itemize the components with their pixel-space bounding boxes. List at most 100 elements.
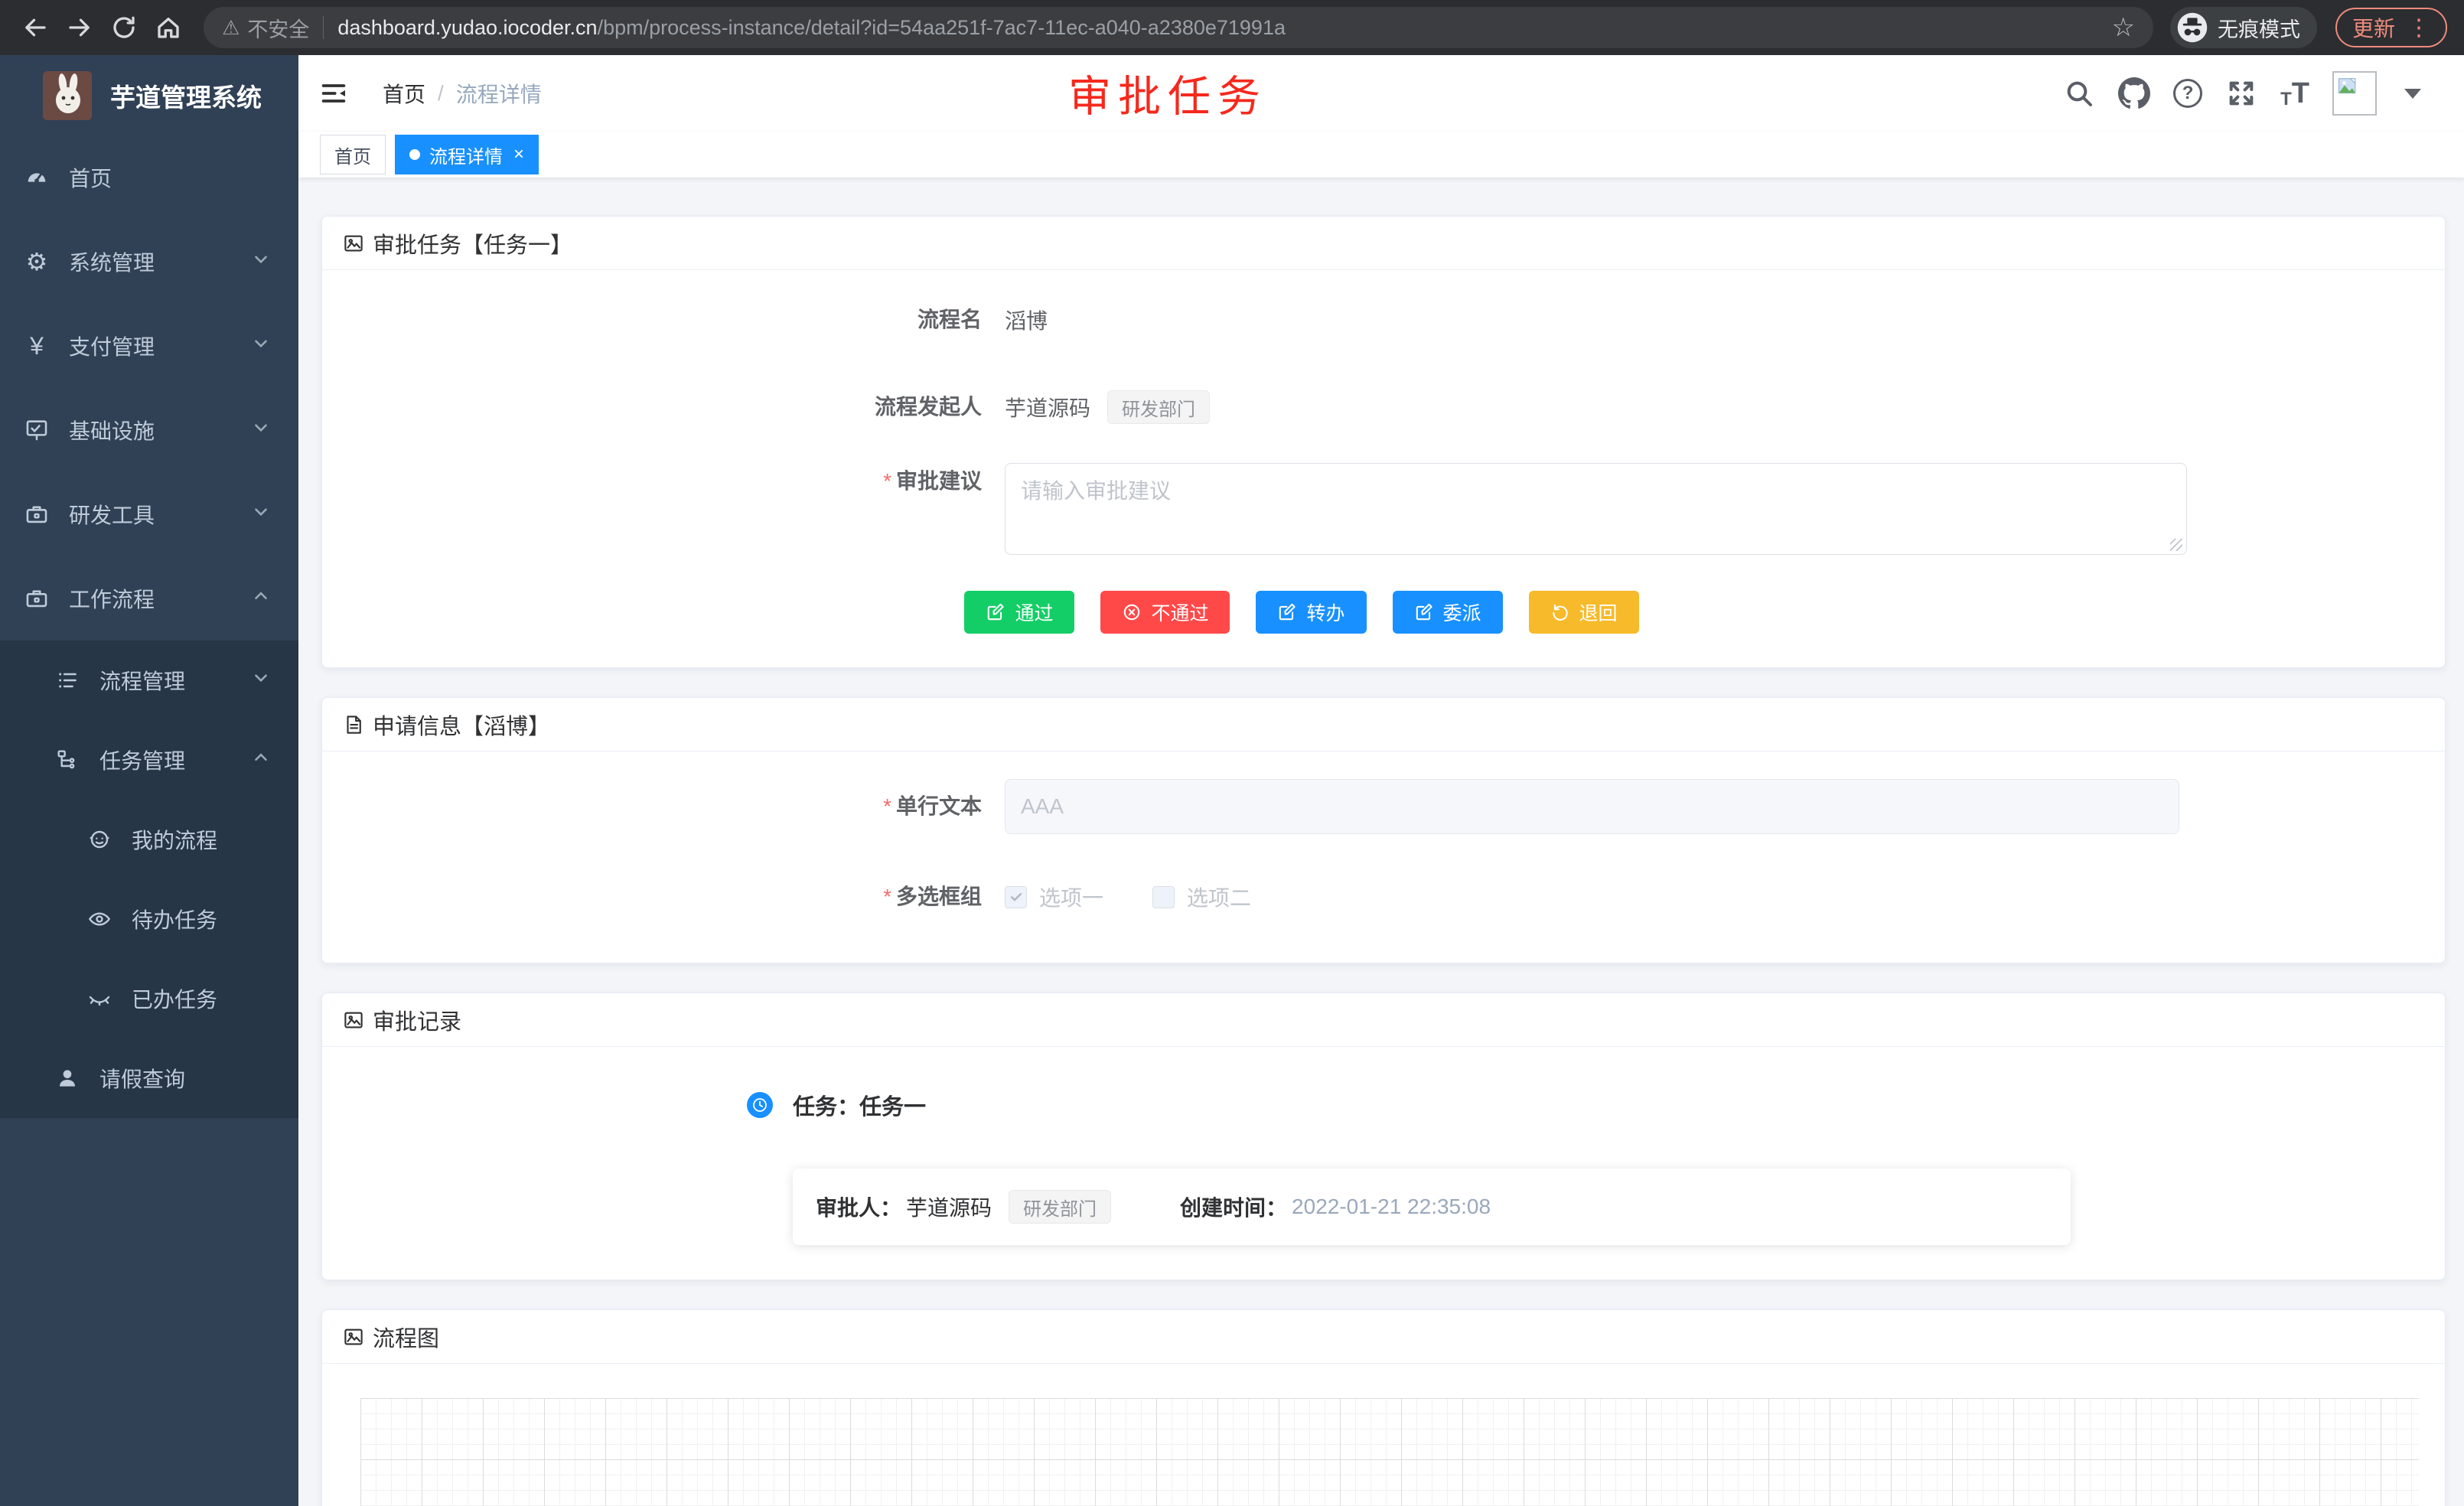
update-label: 更新 xyxy=(2352,12,2395,43)
chevron-down-icon xyxy=(251,502,271,527)
chevron-down-icon xyxy=(251,668,271,693)
approve-button[interactable]: 通过 xyxy=(964,591,1074,634)
github-icon[interactable] xyxy=(2118,77,2150,109)
transfer-button[interactable]: 转办 xyxy=(1256,591,1366,634)
breadcrumb-separator: / xyxy=(438,81,444,106)
sidebar-item-label: 系统管理 xyxy=(69,246,155,277)
home-icon xyxy=(155,14,182,41)
bpmn-diagram-canvas[interactable] xyxy=(360,1398,2419,1506)
record-detail-card: 审批人： 芋道源码 研发部门 创建时间： 2022-01-21 22:35:08 xyxy=(793,1169,2071,1245)
monitor-icon xyxy=(21,417,52,443)
card-title: 申请信息【滔博】 xyxy=(373,709,550,741)
sidebar-item-task-mgmt[interactable]: 任务管理 xyxy=(0,720,298,800)
checkbox-option-2[interactable]: 选项二 xyxy=(1152,882,1251,912)
sidebar-item-label: 请假查询 xyxy=(99,1063,185,1094)
suggestion-textarea[interactable] xyxy=(1005,463,2187,555)
reject-button[interactable]: 不通过 xyxy=(1100,591,1230,634)
timeline-item: 任务：任务一 xyxy=(322,1091,2445,1119)
initiator-row: 流程发起人 芋道源码 研发部门 xyxy=(322,390,2281,424)
browser-back-button[interactable] xyxy=(17,9,54,46)
edit-icon xyxy=(1277,602,1297,622)
fullscreen-icon[interactable] xyxy=(2225,77,2257,109)
help-icon[interactable]: ? xyxy=(2173,79,2202,108)
checkbox-group-label: *多选框组 xyxy=(322,883,996,911)
sidebar: 芋道管理系统 首页 ⚙ 系统管理 ¥ 支付管理 基础设施 xyxy=(0,55,298,1506)
sidebar-menu: 首页 ⚙ 系统管理 ¥ 支付管理 基础设施 研发工具 xyxy=(0,135,298,1118)
sidebar-item-process-mgmt[interactable]: 流程管理 xyxy=(0,641,298,720)
diagram-card-header: 流程图 xyxy=(322,1310,2445,1364)
sidebar-item-label: 研发工具 xyxy=(69,499,155,530)
delegate-button[interactable]: 委派 xyxy=(1393,591,1503,634)
browser-reload-button[interactable] xyxy=(106,9,142,46)
single-line-input[interactable] xyxy=(1005,779,2179,834)
search-icon[interactable] xyxy=(2063,77,2095,109)
eye-open-icon xyxy=(84,907,115,931)
browser-chrome: ⚠ 不安全 dashboard.yudao.iocoder.cn/bpm/pro… xyxy=(0,0,2464,55)
workflow-submenu: 流程管理 任务管理 我的流程 待办任务 xyxy=(0,641,298,1118)
picture-icon xyxy=(342,1009,365,1032)
textarea-resize-grip[interactable] xyxy=(2170,539,2182,551)
approval-task-card: 审批任务【任务一】 流程名 滔博 流程发起人 芋道源码 研发部门 *审批建议 xyxy=(321,216,2446,668)
sidebar-item-infra[interactable]: 基础设施 xyxy=(0,388,298,472)
browser-home-button[interactable] xyxy=(150,9,187,46)
sidebar-item-done-tasks[interactable]: 已办任务 xyxy=(0,959,298,1038)
tab-home[interactable]: 首页 xyxy=(320,135,386,174)
page-content: 审批任务【任务一】 流程名 滔博 流程发起人 芋道源码 研发部门 *审批建议 xyxy=(298,178,2464,1506)
sidebar-item-label: 支付管理 xyxy=(69,331,155,361)
card-title: 流程图 xyxy=(373,1321,439,1353)
sidebar-fold-icon[interactable] xyxy=(318,78,349,109)
tab-close-icon[interactable]: × xyxy=(513,144,524,165)
checkbox-option-1[interactable]: 选项一 xyxy=(1005,882,1103,912)
checkbox-checked-icon xyxy=(1005,886,1027,908)
timeline-clock-icon xyxy=(747,1092,773,1118)
approver-value: 芋道源码 xyxy=(906,1191,992,1222)
yen-icon: ¥ xyxy=(21,332,52,360)
checkbox-group: 选项一 选项二 xyxy=(996,880,1251,914)
tree-icon xyxy=(52,748,83,772)
main-area: 首页 / 流程详情 审批任务 ? TT xyxy=(298,55,2464,1506)
breadcrumb-home[interactable]: 首页 xyxy=(383,78,425,109)
timeline-task-title: 任务：任务一 xyxy=(793,1089,926,1121)
sidebar-item-workflow[interactable]: 工作流程 xyxy=(0,556,298,641)
bookmark-star-icon[interactable]: ☆ xyxy=(2112,12,2135,43)
breadcrumb-current: 流程详情 xyxy=(456,78,542,109)
page-header: 首页 / 流程详情 审批任务 ? TT xyxy=(298,55,2464,132)
sidebar-item-system[interactable]: ⚙ 系统管理 xyxy=(0,220,298,304)
circle-close-icon xyxy=(1122,602,1142,622)
address-bar[interactable]: ⚠ 不安全 dashboard.yudao.iocoder.cn/bpm/pro… xyxy=(204,7,2153,48)
process-name-value: 滔博 xyxy=(996,305,1048,335)
return-button[interactable]: 退回 xyxy=(1529,591,1639,634)
browser-update-button[interactable]: 更新 ⋮ xyxy=(2335,8,2447,47)
sidebar-item-home[interactable]: 首页 xyxy=(0,135,298,220)
approval-actions: 通过 不通过 转办 委派 xyxy=(322,591,2281,634)
browser-menu-icon[interactable]: ⋮ xyxy=(2407,15,2430,41)
arrow-right-icon xyxy=(66,14,93,41)
browser-forward-button[interactable] xyxy=(61,9,98,46)
card-title: 审批记录 xyxy=(373,1004,461,1036)
document-icon xyxy=(342,713,365,736)
avatar[interactable] xyxy=(2332,71,2377,116)
suggestion-row: *审批建议 xyxy=(322,463,2281,559)
sidebar-logo-row[interactable]: 芋道管理系统 xyxy=(0,55,298,135)
tab-process-detail[interactable]: 流程详情 × xyxy=(395,135,539,174)
chevron-down-icon xyxy=(251,418,271,443)
sidebar-item-label: 流程管理 xyxy=(99,665,185,696)
single-line-text-row: *单行文本 xyxy=(322,779,2281,834)
approval-record-card: 审批记录 任务：任务一 审批人： 芋道源码 研发部门 创建时间： 2022-01… xyxy=(321,993,2446,1280)
sidebar-item-leave-query[interactable]: 请假查询 xyxy=(0,1038,298,1118)
sidebar-item-payment[interactable]: ¥ 支付管理 xyxy=(0,304,298,388)
sidebar-item-my-process[interactable]: 我的流程 xyxy=(0,800,298,879)
create-time-label: 创建时间： xyxy=(1180,1191,1287,1222)
robot-icon xyxy=(84,827,115,852)
required-asterisk: * xyxy=(883,794,891,818)
sidebar-item-devtools[interactable]: 研发工具 xyxy=(0,472,298,556)
process-diagram-card: 流程图 xyxy=(321,1309,2446,1506)
refresh-left-icon xyxy=(1550,602,1570,622)
create-time-value: 2022-01-21 22:35:08 xyxy=(1292,1195,1491,1219)
sidebar-item-label: 任务管理 xyxy=(99,745,185,775)
font-size-icon[interactable]: TT xyxy=(2280,77,2309,110)
avatar-dropdown-caret-icon[interactable] xyxy=(2404,89,2421,99)
sidebar-item-todo-tasks[interactable]: 待办任务 xyxy=(0,879,298,959)
checkbox-unchecked-icon xyxy=(1152,886,1175,908)
gear-icon: ⚙ xyxy=(21,247,52,276)
